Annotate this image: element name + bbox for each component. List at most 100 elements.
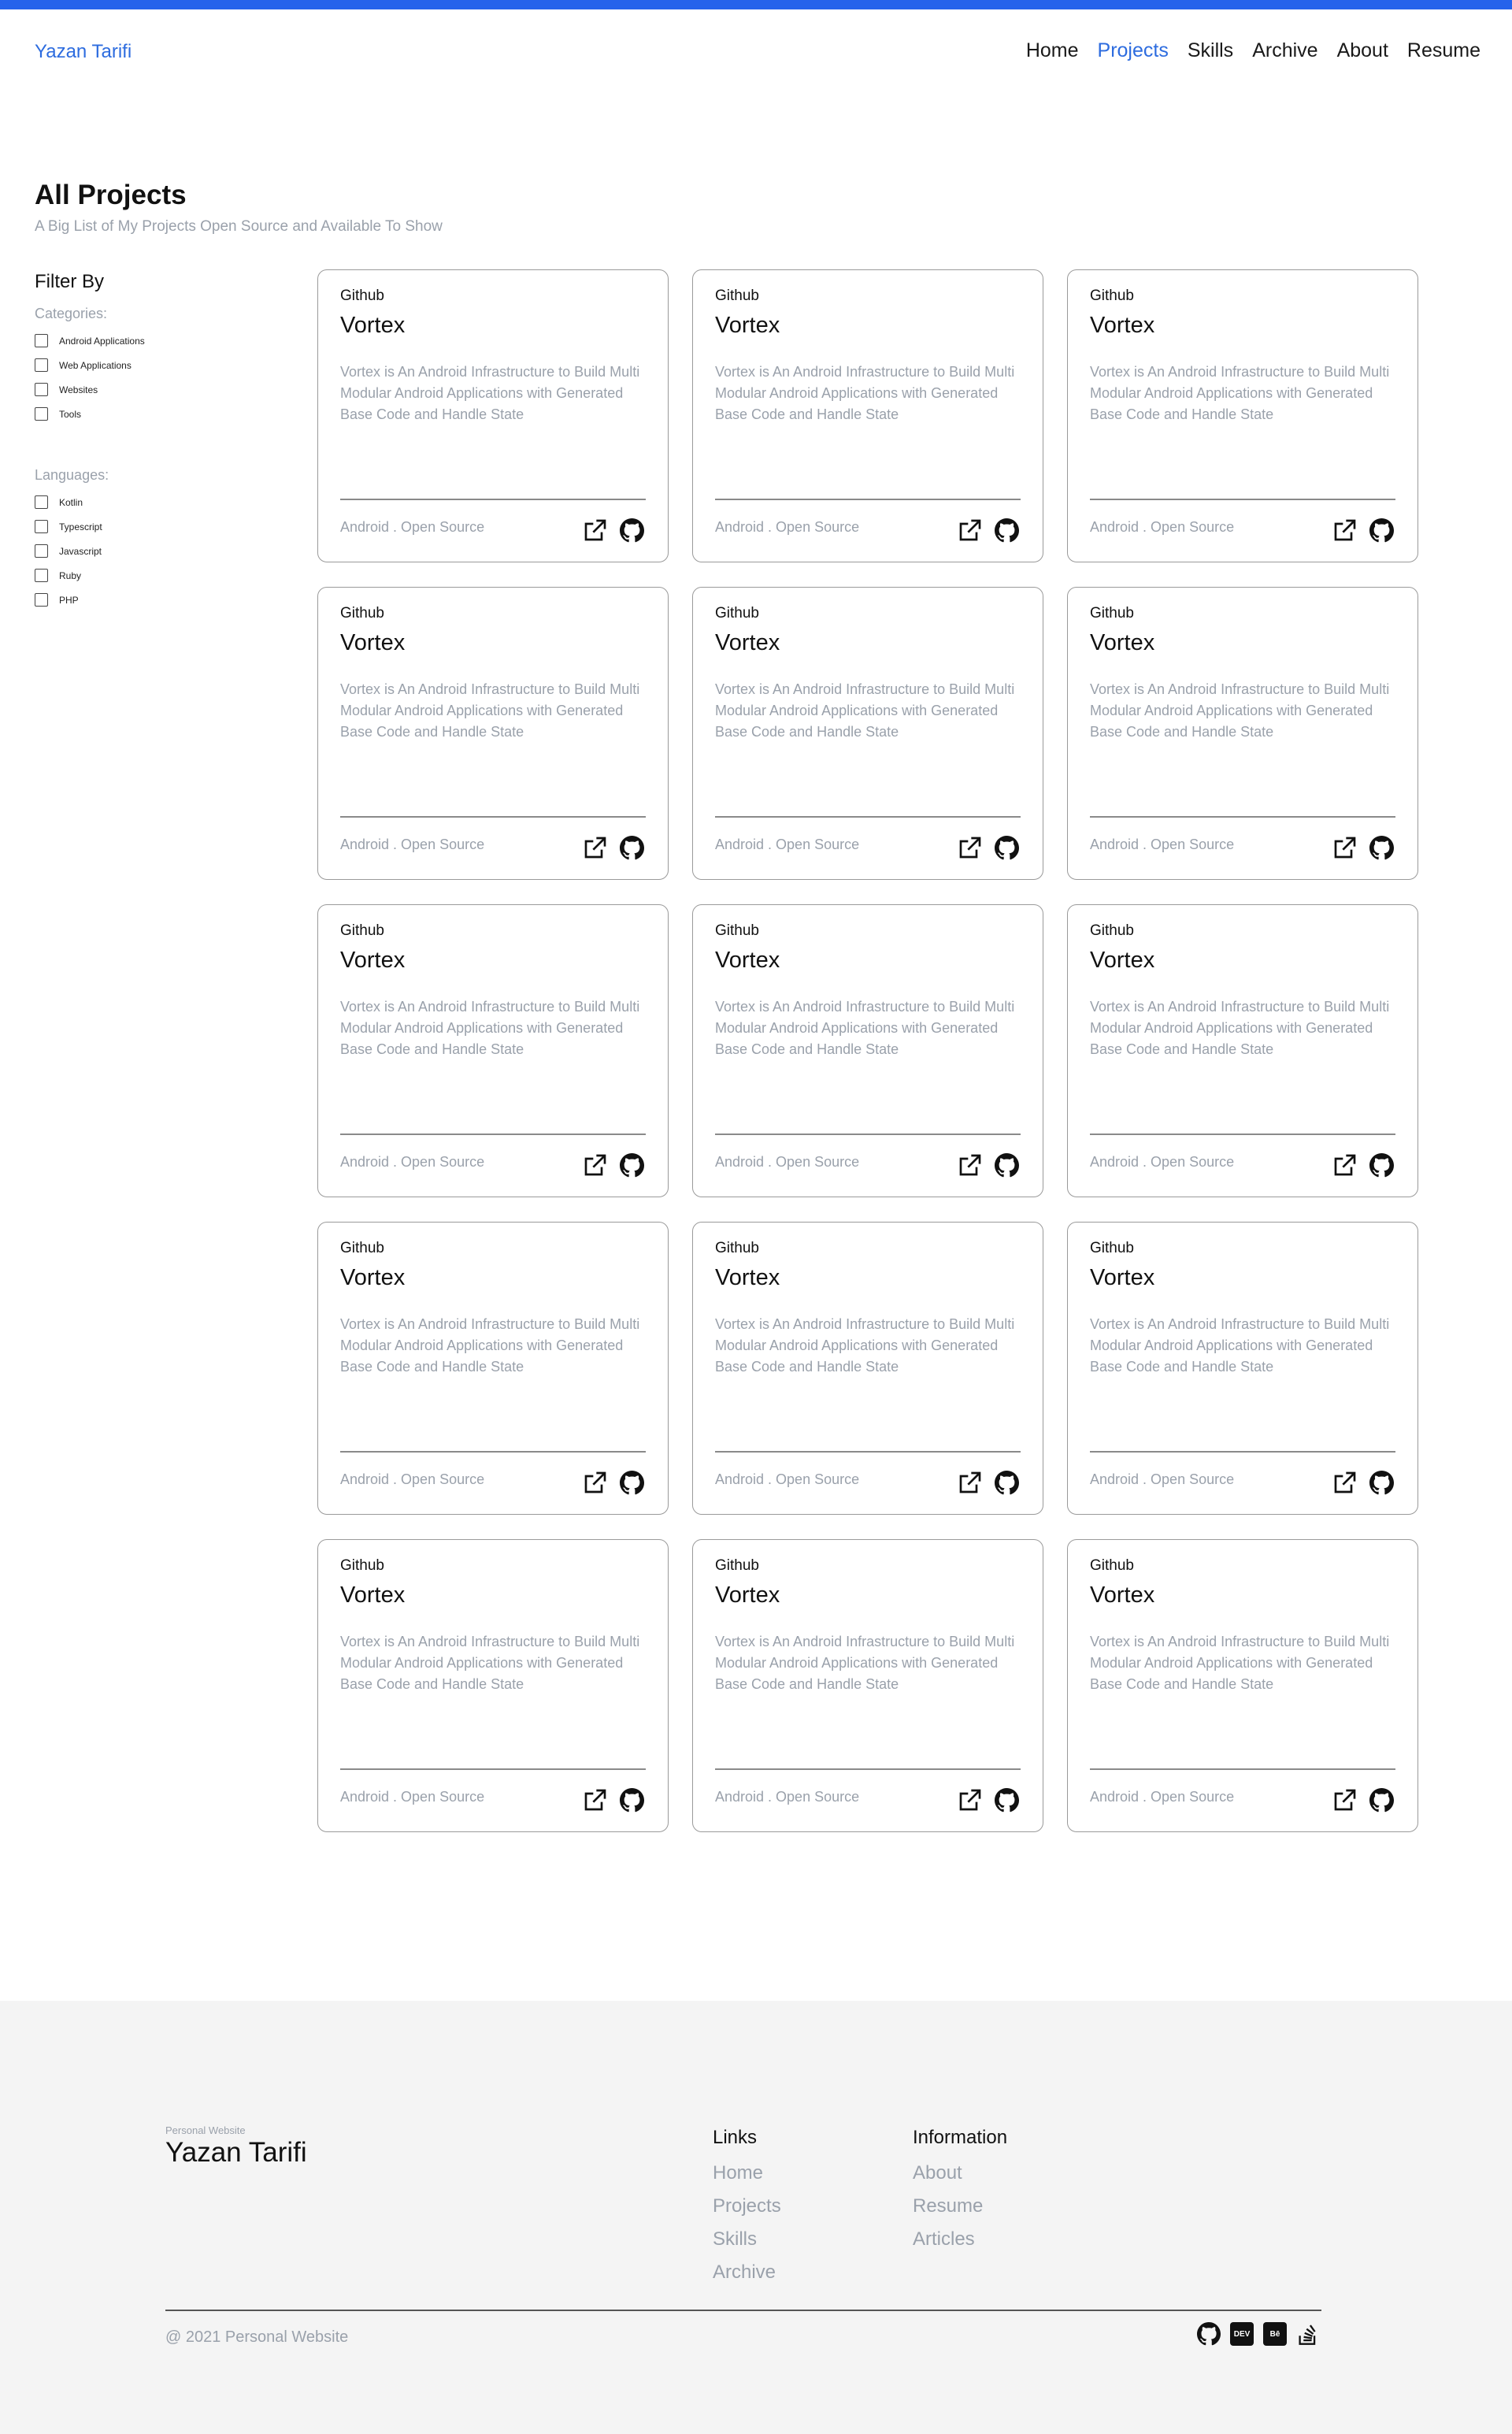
checkbox[interactable]	[35, 407, 48, 421]
checkbox[interactable]	[35, 593, 48, 607]
github-icon[interactable]	[620, 518, 644, 543]
filter-language-ruby[interactable]: Ruby	[35, 563, 271, 588]
github-icon[interactable]	[995, 1471, 1019, 1495]
project-card[interactable]: Github Vortex Vortex is An Android Infrast…	[1067, 269, 1418, 562]
project-tags: Android . Open Source	[340, 1471, 485, 1487]
project-card[interactable]: Github Vortex Vortex is An Android Infrast…	[1067, 904, 1418, 1197]
card-divider	[1090, 1134, 1395, 1135]
filter-category-android[interactable]: Android Applications	[35, 328, 271, 353]
project-source: Github	[340, 288, 384, 304]
project-description: Vortex is An Android Infrastructure to B…	[340, 364, 640, 422]
external-link-icon[interactable]	[1332, 518, 1358, 543]
github-icon[interactable]	[620, 1471, 644, 1495]
footer-link-home[interactable]: Home	[713, 2162, 781, 2195]
checkbox[interactable]	[35, 383, 48, 396]
github-icon[interactable]	[1369, 1471, 1394, 1495]
github-icon[interactable]	[620, 1153, 644, 1178]
footer-link-projects[interactable]: Projects	[713, 2195, 781, 2228]
external-link-icon[interactable]	[583, 1470, 608, 1495]
nav-archive[interactable]: Archive	[1252, 39, 1317, 62]
project-source: Github	[340, 1240, 384, 1256]
site-brand-link[interactable]: Yazan Tarifi	[35, 41, 132, 63]
checkbox[interactable]	[35, 358, 48, 372]
project-card[interactable]: Github Vortex Vortex is An Android Infrast…	[1067, 1539, 1418, 1832]
external-link-icon[interactable]	[1332, 1152, 1358, 1178]
project-card[interactable]: Github Vortex Vortex is An Android Infrast…	[317, 1539, 669, 1832]
github-icon[interactable]	[995, 518, 1019, 543]
filter-category-websites[interactable]: Websites	[35, 377, 271, 402]
checkbox[interactable]	[35, 334, 48, 347]
external-link-icon[interactable]	[1332, 1470, 1358, 1495]
external-link-icon[interactable]	[958, 835, 983, 860]
project-card[interactable]: Github Vortex Vortex is An Android Infrast…	[692, 587, 1043, 880]
project-card[interactable]: Github Vortex Vortex is An Android Infrast…	[692, 269, 1043, 562]
project-card[interactable]: Github Vortex Vortex is An Android Infrast…	[317, 904, 669, 1197]
project-card[interactable]: Github Vortex Vortex is An Android Infrast…	[1067, 587, 1418, 880]
project-description: Vortex is An Android Infrastructure to B…	[340, 1634, 640, 1692]
github-icon[interactable]	[1197, 2322, 1221, 2346]
behance-icon[interactable]: Bē	[1263, 2322, 1287, 2346]
checkbox[interactable]	[35, 495, 48, 509]
project-card[interactable]: Github Vortex Vortex is An Android Infrast…	[1067, 1222, 1418, 1515]
footer-link-articles[interactable]: Articles	[913, 2228, 1007, 2261]
project-description: Vortex is An Android Infrastructure to B…	[340, 681, 640, 740]
project-card[interactable]: Github Vortex Vortex is An Android Infrast…	[692, 1539, 1043, 1832]
github-icon[interactable]	[1369, 1153, 1394, 1178]
github-icon[interactable]	[1369, 836, 1394, 860]
project-card[interactable]: Github Vortex Vortex is An Android Infrast…	[317, 269, 669, 562]
stackoverflow-icon[interactable]	[1296, 2322, 1320, 2346]
github-icon[interactable]	[620, 1788, 644, 1813]
project-card[interactable]: Github Vortex Vortex is An Android Infrast…	[692, 904, 1043, 1197]
github-icon[interactable]	[620, 836, 644, 860]
footer-link-archive[interactable]: Archive	[713, 2261, 781, 2295]
external-link-icon[interactable]	[958, 518, 983, 543]
footer-link-skills[interactable]: Skills	[713, 2228, 781, 2261]
filter-category-tools[interactable]: Tools	[35, 402, 271, 426]
dev-icon[interactable]: DEV	[1230, 2322, 1254, 2346]
github-icon[interactable]	[995, 836, 1019, 860]
filter-category-web[interactable]: Web Applications	[35, 353, 271, 377]
github-icon[interactable]	[1369, 518, 1394, 543]
nav-skills[interactable]: Skills	[1188, 39, 1233, 62]
external-link-icon[interactable]	[583, 835, 608, 860]
project-card[interactable]: Github Vortex Vortex is An Android Infrast…	[317, 587, 669, 880]
external-link-icon[interactable]	[1332, 1787, 1358, 1813]
checkbox[interactable]	[35, 544, 48, 558]
project-source: Github	[340, 605, 384, 621]
footer-link-resume[interactable]: Resume	[913, 2195, 1007, 2228]
external-link-icon[interactable]	[958, 1152, 983, 1178]
project-title: Vortex	[715, 1582, 780, 1608]
card-divider	[715, 816, 1021, 818]
external-link-icon[interactable]	[583, 1787, 608, 1813]
external-link-icon[interactable]	[583, 1152, 608, 1178]
checkbox[interactable]	[35, 520, 48, 533]
nav-resume[interactable]: Resume	[1407, 39, 1480, 62]
project-card[interactable]: Github Vortex Vortex is An Android Infrast…	[692, 1222, 1043, 1515]
footer-links-heading: Links	[713, 2127, 758, 2148]
footer-info-heading: Information	[913, 2127, 1008, 2148]
github-icon[interactable]	[995, 1153, 1019, 1178]
external-link-icon[interactable]	[583, 518, 608, 543]
nav-about[interactable]: About	[1337, 39, 1388, 62]
filter-language-javascript[interactable]: Javascript	[35, 539, 271, 563]
nav-home[interactable]: Home	[1026, 39, 1079, 62]
filter-option-label: Typescript	[59, 521, 102, 532]
project-card[interactable]: Github Vortex Vortex is An Android Infrast…	[317, 1222, 669, 1515]
filter-language-php[interactable]: PHP	[35, 588, 271, 612]
checkbox[interactable]	[35, 569, 48, 582]
categories-label: Categories:	[35, 306, 108, 321]
filter-language-kotlin[interactable]: Kotlin	[35, 490, 271, 514]
github-icon[interactable]	[1369, 1788, 1394, 1813]
external-link-icon[interactable]	[1332, 835, 1358, 860]
external-link-icon[interactable]	[958, 1787, 983, 1813]
external-link-icon[interactable]	[958, 1470, 983, 1495]
github-icon[interactable]	[995, 1788, 1019, 1813]
filter-language-typescript[interactable]: Typescript	[35, 514, 271, 539]
footer-link-about[interactable]: About	[913, 2162, 1007, 2195]
project-source: Github	[715, 1557, 759, 1574]
project-description: Vortex is An Android Infrastructure to B…	[1090, 681, 1390, 740]
card-divider	[340, 1768, 646, 1770]
nav-projects[interactable]: Projects	[1098, 39, 1169, 62]
project-tags: Android . Open Source	[340, 1789, 485, 1805]
card-divider	[340, 816, 646, 818]
